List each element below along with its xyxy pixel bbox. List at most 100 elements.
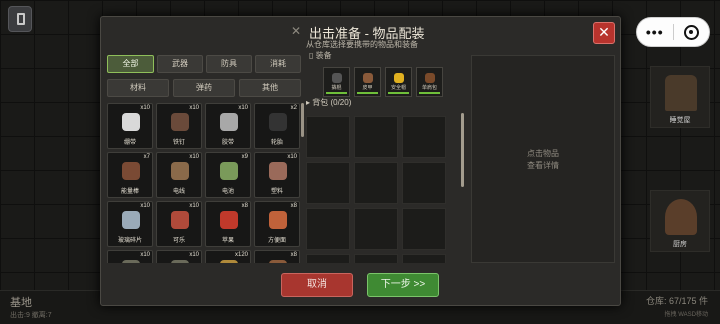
tab-consumables[interactable]: 消耗: [255, 55, 301, 73]
tape-icon: [220, 113, 238, 131]
item-count: x10: [189, 154, 199, 160]
item-slot[interactable]: x10: [107, 250, 153, 263]
equipment-slot[interactable]: 皮甲: [354, 67, 381, 97]
item-name: 轮胎: [270, 140, 283, 146]
backpack-title: ▸ 背包 (0/20): [306, 98, 352, 107]
item-slot[interactable]: x2 轮胎: [254, 103, 300, 149]
backpack-slot[interactable]: [354, 162, 398, 204]
hardhat-icon: [394, 73, 404, 83]
item-count: x2: [290, 105, 297, 111]
equipment-name: 安全帽: [390, 85, 406, 91]
item-slot[interactable]: x8: [254, 250, 300, 263]
door-icon: [17, 13, 25, 25]
base-label: 基地: [10, 297, 32, 309]
kitchen-icon: [665, 199, 697, 235]
backpack-slot[interactable]: [354, 208, 398, 250]
cancel-button[interactable]: 取消: [281, 273, 353, 297]
battery-icon: [220, 162, 238, 180]
item-slot[interactable]: x10 绷带: [107, 103, 153, 149]
energy-bar-icon: [122, 162, 140, 180]
item-count: x10: [189, 105, 199, 111]
item-count: x8: [290, 203, 297, 209]
item-detail-panel: 点击物品 查看详情: [471, 55, 615, 263]
tab-ammo[interactable]: 弹药: [173, 79, 235, 97]
wire-icon: [171, 162, 189, 180]
backpack-slot[interactable]: [306, 116, 350, 158]
equipment-name: 单肩包: [421, 85, 437, 91]
item-slot[interactable]: x10: [156, 250, 202, 263]
item-slot[interactable]: x8 方便面: [254, 201, 300, 247]
equipment-slot[interactable]: 单肩包: [416, 67, 443, 97]
item-slot[interactable]: x8 苹果: [205, 201, 251, 247]
item-slot[interactable]: x10 塑料: [254, 152, 300, 198]
equipment-slot[interactable]: 撬棍: [323, 67, 350, 97]
item-name: 能量棒: [120, 189, 139, 195]
item-icon: [122, 260, 140, 263]
crowbar-icon: [332, 73, 342, 83]
backpack-slot[interactable]: [402, 116, 446, 158]
item-slot[interactable]: x10 胶带: [205, 103, 251, 149]
item-slot[interactable]: x7 能量棒: [107, 152, 153, 198]
backpack-slot[interactable]: [306, 208, 350, 250]
dialog-subtitle: 从仓库选择要携带的物品和装备: [306, 40, 418, 49]
item-name: 绷带: [123, 140, 136, 146]
shoulder-bag-icon: [425, 73, 435, 83]
item-name: 苹果: [221, 238, 234, 244]
backpack-slot[interactable]: [306, 254, 350, 263]
equipment-name: 皮甲: [362, 85, 373, 91]
durability-bar: [357, 92, 378, 94]
building-bedroom[interactable]: 睡觉屋: [650, 66, 710, 128]
backpack-slot[interactable]: [402, 208, 446, 250]
exit-mini-program-button[interactable]: [673, 24, 709, 40]
more-menu-button[interactable]: •••: [637, 24, 673, 40]
tab-weapons[interactable]: 武器: [157, 55, 203, 73]
item-slot[interactable]: x10 铁钉: [156, 103, 202, 149]
item-name: 电池: [221, 189, 234, 195]
equipment-slot[interactable]: 安全帽: [385, 67, 412, 97]
backpack-slot[interactable]: [402, 162, 446, 204]
home-button[interactable]: [8, 6, 32, 32]
dialog-header: ✕ 出击准备 - 物品配装: [101, 21, 620, 41]
tab-all[interactable]: 全部: [107, 55, 154, 73]
item-count: x120: [234, 252, 248, 258]
backpack-slot[interactable]: [354, 254, 398, 263]
item-count: x10: [140, 252, 150, 258]
item-slot[interactable]: x9 电池: [205, 152, 251, 198]
item-icon: [171, 260, 189, 263]
glass-shard-icon: [122, 211, 140, 229]
close-button[interactable]: ✕: [593, 22, 615, 44]
item-count: x10: [287, 154, 297, 160]
loadout-dialog: ✕ 出击准备 - 物品配装 从仓库选择要携带的物品和装备 ✕ 全部 武器 防具 …: [100, 16, 621, 306]
durability-bar: [388, 92, 409, 94]
backpack-slot[interactable]: [402, 254, 446, 263]
crossed-swords-icon: ✕: [291, 24, 302, 38]
cola-icon: [171, 211, 189, 229]
item-count: x10: [140, 203, 150, 209]
plastic-icon: [269, 162, 287, 180]
item-count: x10: [238, 105, 248, 111]
backpack-slot[interactable]: [306, 162, 350, 204]
item-count: x10: [140, 105, 150, 111]
tab-other[interactable]: 其他: [239, 79, 301, 97]
controls-hint: 拖拽 WASD移动: [664, 312, 708, 318]
item-slot[interactable]: x10 玻璃碎片: [107, 201, 153, 247]
backpack-scrollbar[interactable]: [461, 113, 464, 187]
building-kitchen[interactable]: 厨房: [650, 190, 710, 252]
ammo-icon: [220, 260, 238, 263]
item-slot[interactable]: x10 电线: [156, 152, 202, 198]
detail-hint-line1: 点击物品: [527, 149, 559, 158]
bandage-icon: [122, 113, 140, 131]
item-slot[interactable]: x10 可乐: [156, 201, 202, 247]
tire-icon: [269, 113, 287, 131]
item-slot[interactable]: x120: [205, 250, 251, 263]
tab-armor[interactable]: 防具: [206, 55, 252, 73]
base-stats: 出击:9 撤离:7: [10, 312, 52, 319]
item-name: 玻璃碎片: [117, 238, 142, 244]
backpack-slot[interactable]: [354, 116, 398, 158]
item-list-scrollbar[interactable]: [301, 103, 304, 137]
equipment-name: 撬棍: [331, 85, 342, 91]
tab-materials[interactable]: 材料: [107, 79, 169, 97]
warehouse-item-grid: x10 绷带 x10 铁钉 x10 胶带 x2 轮胎 x7 能量棒 x10 电线 x9 电池 x10 塑料 x1…: [107, 103, 303, 263]
item-icon: [269, 260, 287, 263]
next-step-button[interactable]: 下一步 >>: [367, 273, 439, 297]
